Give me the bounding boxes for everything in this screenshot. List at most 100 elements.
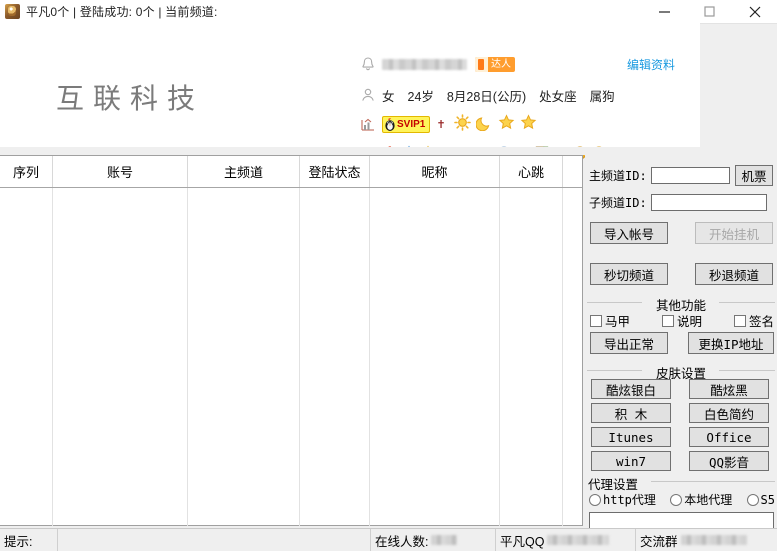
checkbox-说明[interactable]: 说明 — [661, 311, 702, 330]
main-channel-row: 主频道ID: — [589, 167, 730, 184]
star-icon — [520, 114, 537, 134]
proxy-rule — [651, 481, 775, 482]
checkbox-box — [661, 314, 674, 327]
profile-zodiac: 处女座 — [539, 89, 577, 104]
qq-penguin-icon — [383, 117, 397, 132]
sub-channel-input[interactable] — [650, 194, 767, 211]
grid-col-心跳[interactable]: 心跳 — [500, 156, 563, 187]
checkbox-box — [733, 314, 746, 327]
skin-button-office[interactable]: Office — [689, 427, 769, 447]
grid-body[interactable] — [0, 188, 582, 526]
export-normal-button[interactable]: 导出正常 — [590, 332, 668, 354]
import-account-button[interactable]: 导入帐号 — [590, 222, 668, 244]
skin-button-qq影音[interactable]: QQ影音 — [689, 451, 769, 471]
grid-col-body-5 — [370, 188, 500, 526]
radio-本地代理[interactable]: 本地代理 — [670, 491, 732, 508]
cross-icon: ✝ — [436, 118, 446, 131]
online-count-masked — [431, 535, 458, 545]
profile-nickname-row: 达人 — [360, 53, 515, 75]
other-checkbox-row: 马甲 说明 签名 — [590, 311, 774, 330]
nickname-masked — [382, 58, 467, 70]
checkbox-签名[interactable]: 签名 — [733, 311, 774, 330]
svip-badge: SVIP1 — [382, 115, 431, 133]
skin-rule-right — [719, 370, 775, 371]
radio-circle — [589, 493, 601, 506]
quick-quit-channel-button[interactable]: 秒退频道 — [695, 263, 773, 285]
talent-badge: 达人 — [475, 56, 515, 72]
qq-number-masked — [547, 535, 610, 545]
profile-gender: 女 — [382, 89, 395, 104]
sub-channel-label: 子频道ID: — [589, 196, 647, 210]
grid-col-body-6 — [500, 188, 563, 526]
quick-switch-channel-button[interactable]: 秒切频道 — [590, 263, 668, 285]
grid-col-body-4 — [300, 188, 370, 526]
person-icon — [360, 87, 382, 104]
skin-button-积木[interactable]: 积 木 — [591, 403, 671, 423]
profile-info-row: 女 24岁 8月28日(公历) 处女座 属狗 — [360, 85, 628, 105]
start-hang-button[interactable]: 开始挂机 — [695, 222, 773, 244]
proxy-radio-row: http代理 本地代理 S5 — [589, 491, 775, 508]
checkbox-box — [590, 314, 602, 327]
profile-card: 互联科技 达人 编辑资料 女 24岁 8月28日(公历) 处女座 属狗 SVIP… — [0, 23, 700, 162]
company-logo: 互联科技 — [56, 82, 205, 115]
status-bar: 提示: 在线人数: 平凡QQ 交流群 — [0, 528, 777, 551]
grid-col-昵称[interactable]: 昵称 — [370, 156, 500, 187]
maximize-button[interactable] — [687, 0, 732, 23]
grid-col-body-7 — [563, 188, 581, 526]
hint-value — [58, 529, 371, 551]
edit-profile-link[interactable]: 编辑资料 — [627, 56, 675, 73]
window-controls — [642, 0, 777, 23]
skin-button-酷炫黑[interactable]: 酷炫黑 — [689, 379, 769, 399]
skin-button-酷炫银白[interactable]: 酷炫银白 — [591, 379, 671, 399]
minimize-button[interactable] — [642, 0, 687, 23]
radio-circle — [746, 493, 759, 506]
grid-col-序列[interactable]: 序列 — [0, 156, 53, 187]
qq-number: 平凡QQ — [496, 529, 636, 551]
profile-level-row: SVIP1 ✝ — [360, 113, 537, 135]
grid-header-row: 序列 账号 主频道 登陆状态 昵称 心跳 — [0, 156, 582, 188]
moon-icon — [475, 114, 493, 134]
sun-icon — [453, 114, 471, 134]
section-divider — [0, 147, 777, 155]
radio-s5[interactable]: S5 — [746, 493, 775, 507]
radio-http代理[interactable]: http代理 — [589, 491, 656, 508]
title-bar: 平凡0个 | 登陆成功: 0个 | 当前频道: — [0, 0, 777, 24]
grid-col-body-1 — [0, 188, 53, 526]
online-count: 在线人数: — [371, 529, 496, 551]
account-grid: 序列 账号 主频道 登陆状态 昵称 心跳 — [0, 155, 583, 526]
change-ip-button[interactable]: 更换IP地址 — [688, 332, 774, 354]
phone-icon — [475, 56, 488, 72]
skin-button-win7[interactable]: win7 — [591, 451, 671, 471]
ticket-button[interactable]: 机票 — [735, 165, 773, 186]
window-title: 平凡0个 | 登陆成功: 0个 | 当前频道: — [26, 5, 218, 19]
skin-button-itunes[interactable]: Itunes — [591, 427, 671, 447]
skin-rule-left — [587, 370, 642, 371]
chart-icon — [360, 116, 382, 133]
profile-chinese-zodiac: 属狗 — [589, 89, 615, 104]
group-number: 交流群 — [636, 529, 777, 551]
checkbox-马甲[interactable]: 马甲 — [590, 311, 630, 330]
grid-col-body-2 — [53, 188, 188, 526]
group-rule-left — [587, 302, 642, 303]
profile-age: 24岁 — [407, 89, 434, 104]
app-logo-icon — [5, 4, 20, 19]
grid-col-主频道[interactable]: 主频道 — [188, 156, 300, 187]
hint-label: 提示: — [0, 529, 58, 551]
control-panel: 主频道ID: 机票 子频道ID: 导入帐号 开始挂机 秒切频道 秒退频道 其他功… — [585, 155, 777, 531]
profile-birthday: 8月28日(公历) — [446, 89, 527, 104]
radio-circle — [670, 493, 683, 506]
star-icon — [498, 114, 515, 134]
grid-col-账号[interactable]: 账号 — [53, 156, 188, 187]
group-rule-right — [719, 302, 775, 303]
skin-button-白色简约[interactable]: 白色简约 — [689, 403, 769, 423]
main-channel-input[interactable] — [650, 167, 730, 184]
bell-icon — [360, 56, 382, 73]
group-number-masked — [680, 535, 747, 545]
sub-channel-row: 子频道ID: — [589, 194, 767, 211]
main-channel-label: 主频道ID: — [589, 169, 647, 183]
grid-col-body-3 — [188, 188, 300, 526]
level-icons: SVIP1 ✝ — [382, 114, 537, 134]
grid-col-extra[interactable] — [563, 156, 581, 187]
grid-col-登陆状态[interactable]: 登陆状态 — [300, 156, 370, 187]
close-button[interactable] — [732, 0, 777, 23]
